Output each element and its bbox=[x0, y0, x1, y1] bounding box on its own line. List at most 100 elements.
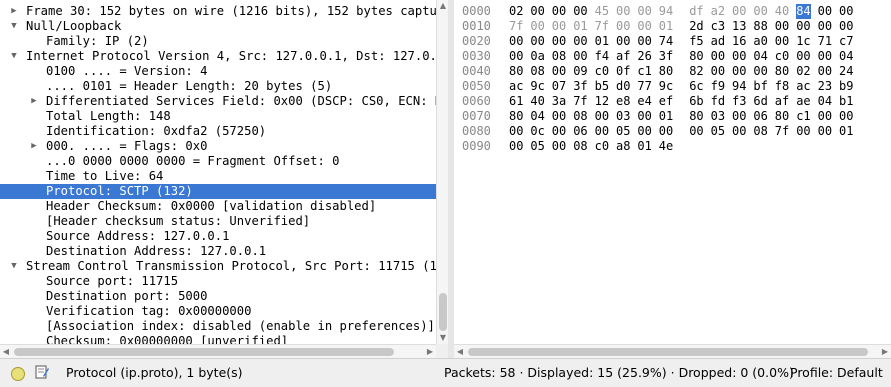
hex-byte[interactable]: 00 bbox=[637, 19, 651, 34]
hex-byte[interactable]: 00 bbox=[818, 19, 832, 34]
hex-byte[interactable]: 6d bbox=[753, 94, 767, 109]
hex-byte[interactable]: 77 bbox=[637, 79, 651, 94]
hex-byte[interactable]: a2 bbox=[711, 4, 725, 19]
hex-byte[interactable]: 01 bbox=[595, 34, 609, 49]
hex-byte[interactable]: 06 bbox=[573, 124, 587, 139]
hex-byte[interactable]: 00 bbox=[595, 109, 609, 124]
hex-byte[interactable]: 00 bbox=[753, 4, 767, 19]
hex-byte[interactable]: 00 bbox=[530, 4, 544, 19]
hex-byte[interactable]: 6c bbox=[689, 79, 703, 94]
hex-byte[interactable]: 00 bbox=[732, 64, 746, 79]
tree-row[interactable]: Header Checksum: 0x0000 [validation disa… bbox=[0, 199, 436, 214]
hex-byte[interactable]: c1 bbox=[637, 64, 651, 79]
hex-byte[interactable]: af bbox=[616, 49, 630, 64]
hex-byte[interactable]: 80 bbox=[775, 109, 789, 124]
tree-row[interactable]: [Association index: disabled (enable in … bbox=[0, 319, 436, 334]
hex-byte[interactable]: 00 bbox=[775, 19, 789, 34]
hex-byte[interactable]: 04 bbox=[839, 49, 853, 64]
hex-byte[interactable]: c0 bbox=[595, 139, 609, 154]
hex-byte[interactable]: 01 bbox=[637, 139, 651, 154]
hex-byte[interactable]: b9 bbox=[839, 79, 853, 94]
hex-byte[interactable]: 00 bbox=[818, 49, 832, 64]
hex-byte[interactable]: 08 bbox=[530, 64, 544, 79]
hex-byte[interactable]: ac bbox=[509, 79, 523, 94]
hex-byte[interactable]: 02 bbox=[796, 64, 810, 79]
hex-byte[interactable]: 00 bbox=[552, 34, 566, 49]
hex-byte[interactable]: 00 bbox=[616, 19, 630, 34]
hex-byte[interactable]: 04 bbox=[753, 49, 767, 64]
tree-row[interactable]: Protocol: SCTP (132) bbox=[0, 184, 436, 199]
hex-byte[interactable]: f9 bbox=[711, 79, 725, 94]
hex-byte[interactable]: 08 bbox=[552, 49, 566, 64]
hex-byte[interactable]: 00 bbox=[509, 124, 523, 139]
hex-byte[interactable]: 00 bbox=[637, 124, 651, 139]
hex-byte[interactable]: 00 bbox=[616, 34, 630, 49]
hex-byte[interactable]: 00 bbox=[530, 19, 544, 34]
hex-byte[interactable]: 7f bbox=[775, 124, 789, 139]
hex-byte[interactable]: 01 bbox=[659, 19, 673, 34]
hex-byte[interactable]: 0f bbox=[616, 64, 630, 79]
hex-byte[interactable]: b5 bbox=[595, 79, 609, 94]
expanded-arrow-icon[interactable]: ▼ bbox=[8, 49, 20, 64]
hex-byte[interactable]: fd bbox=[711, 94, 725, 109]
hex-byte[interactable]: 00 bbox=[732, 4, 746, 19]
hex-byte[interactable]: df bbox=[689, 4, 703, 19]
tree-row[interactable]: Time to Live: 64 bbox=[0, 169, 436, 184]
hex-byte[interactable]: 00 bbox=[711, 49, 725, 64]
hex-byte[interactable]: 45 bbox=[595, 4, 609, 19]
hex-byte[interactable]: 06 bbox=[753, 109, 767, 124]
hex-byte[interactable]: 4e bbox=[659, 139, 673, 154]
hex-byte[interactable]: e8 bbox=[616, 94, 630, 109]
hex-byte[interactable]: 04 bbox=[818, 94, 832, 109]
hex-byte[interactable]: ae bbox=[796, 94, 810, 109]
hex-byte[interactable]: 00 bbox=[839, 109, 853, 124]
hex-byte[interactable]: 00 bbox=[552, 109, 566, 124]
hex-byte[interactable]: 80 bbox=[659, 64, 673, 79]
hex-byte[interactable]: 00 bbox=[616, 4, 630, 19]
bytes-horizontal-scrollbar[interactable]: ◀ ▶ bbox=[454, 344, 891, 359]
hex-byte[interactable]: 01 bbox=[839, 124, 853, 139]
tree-row[interactable]: Checksum: 0x00000000 [unverified] bbox=[0, 334, 436, 344]
hex-byte[interactable]: 08 bbox=[573, 139, 587, 154]
hex-byte[interactable]: 23 bbox=[818, 79, 832, 94]
hex-byte[interactable]: 00 bbox=[818, 64, 832, 79]
tree-row[interactable]: 0100 .... = Version: 4 bbox=[0, 64, 436, 79]
hex-byte[interactable]: 00 bbox=[552, 139, 566, 154]
hex-byte[interactable]: 00 bbox=[796, 49, 810, 64]
scroll-left-arrow-icon[interactable]: ◀ bbox=[0, 345, 12, 359]
hex-byte[interactable]: 00 bbox=[530, 34, 544, 49]
profile-indicator[interactable]: Profile: Default bbox=[790, 365, 883, 380]
hex-byte[interactable]: 00 bbox=[637, 109, 651, 124]
edit-comment-icon[interactable] bbox=[35, 365, 49, 379]
hex-byte[interactable]: af bbox=[775, 94, 789, 109]
hex-byte[interactable]: 00 bbox=[509, 34, 523, 49]
hex-byte[interactable]: f4 bbox=[595, 49, 609, 64]
hex-byte[interactable]: 12 bbox=[595, 94, 609, 109]
hex-byte[interactable]: 00 bbox=[509, 139, 523, 154]
scroll-right-arrow-icon[interactable]: ▶ bbox=[424, 345, 436, 359]
hex-byte[interactable]: 40 bbox=[530, 94, 544, 109]
hex-byte[interactable]: 00 bbox=[818, 124, 832, 139]
expert-info-led-icon[interactable] bbox=[11, 367, 25, 381]
hex-byte[interactable]: 00 bbox=[595, 124, 609, 139]
hex-byte[interactable]: 9c bbox=[530, 79, 544, 94]
scroll-right-arrow-icon[interactable]: ▶ bbox=[879, 345, 891, 359]
packet-bytes-pane[interactable]: 0000 02 00 00 00 45 00 00 94 df a2 00 00 40 84 00 00 0010… bbox=[454, 0, 891, 344]
expanded-arrow-icon[interactable]: ▼ bbox=[8, 259, 20, 274]
hex-byte[interactable]: b1 bbox=[839, 94, 853, 109]
hex-byte[interactable]: 74 bbox=[659, 34, 673, 49]
hex-byte[interactable]: 00 bbox=[775, 34, 789, 49]
hex-byte[interactable]: 6b bbox=[689, 94, 703, 109]
hex-byte[interactable]: ef bbox=[659, 94, 673, 109]
tree-row[interactable]: ▼ Internet Protocol Version 4, Src: 127.0… bbox=[0, 49, 436, 64]
hex-byte[interactable]: 0a bbox=[530, 49, 544, 64]
hex-byte[interactable]: 08 bbox=[573, 109, 587, 124]
hex-byte[interactable]: 00 bbox=[818, 109, 832, 124]
collapsed-arrow-icon[interactable]: ▶ bbox=[8, 4, 20, 19]
tree-row[interactable]: .... 0101 = Header Length: 20 bytes (5) bbox=[0, 79, 436, 94]
tree-row[interactable]: ▼ Null/Loopback bbox=[0, 19, 436, 34]
tree-row[interactable]: Source port: 11715 bbox=[0, 274, 436, 289]
hex-byte[interactable]: 00 bbox=[573, 49, 587, 64]
hex-byte[interactable]: 80 bbox=[689, 49, 703, 64]
expanded-arrow-icon[interactable]: ▼ bbox=[8, 19, 20, 34]
